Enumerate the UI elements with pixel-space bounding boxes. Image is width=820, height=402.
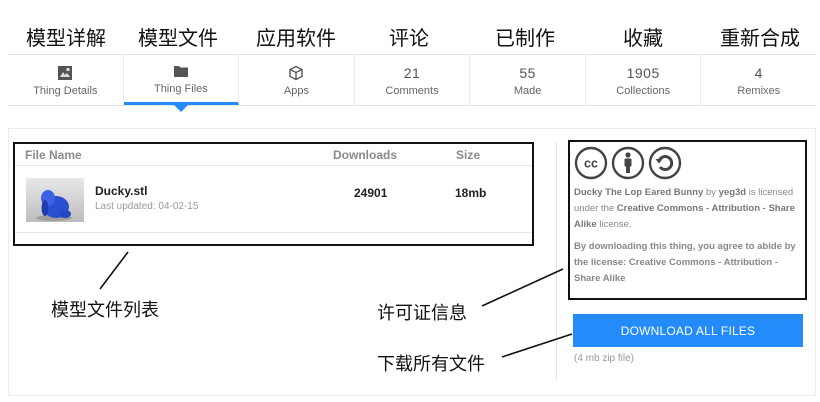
annotation-license-info: 许可证信息 xyxy=(377,303,467,324)
cube-icon xyxy=(287,64,305,82)
thing-name-link[interactable]: Ducky The Lop Eared Bunny xyxy=(574,187,703,198)
license-description: Ducky The Lop Eared Bunny by yeg3d is li… xyxy=(574,185,801,233)
file-downloads: 24901 xyxy=(354,186,388,200)
cc-icon[interactable]: cc xyxy=(574,146,608,180)
column-downloads: Downloads xyxy=(333,148,398,162)
annotation-made: 已制作 xyxy=(495,26,555,50)
annotation-comments: 评论 xyxy=(389,26,429,50)
tab-thing-details[interactable]: Thing Details xyxy=(8,55,124,105)
license-info: cc Ducky The Lop Eared Bunny by yeg3d is… xyxy=(568,140,807,300)
tab-comments[interactable]: 21 Comments xyxy=(355,55,471,105)
author-link[interactable]: yeg3d xyxy=(719,187,746,198)
tab-count: 21 xyxy=(403,64,421,81)
column-size: Size xyxy=(456,148,481,162)
share-alike-icon[interactable] xyxy=(648,146,682,180)
annotation-apps: 应用软件 xyxy=(256,26,336,50)
folder-icon xyxy=(172,62,190,80)
license-by: by xyxy=(705,187,717,198)
tab-label: Thing Files xyxy=(153,83,208,95)
tab-label: Comments xyxy=(385,84,439,97)
tab-label: Made xyxy=(513,84,542,97)
license-agreement: By downloading this thing, you agree to … xyxy=(574,241,796,284)
annotation-file-list: 模型文件列表 xyxy=(51,300,159,321)
thing-tabs: Thing Details Thing Files Apps 21 Commen… xyxy=(8,54,816,112)
tab-thing-files[interactable]: Thing Files xyxy=(123,55,240,112)
license-suffix: license. xyxy=(599,219,632,230)
column-divider xyxy=(556,142,557,380)
tab-label: Collections xyxy=(616,84,671,97)
active-tab-pointer xyxy=(173,105,188,112)
tab-count: 55 xyxy=(519,64,536,81)
column-file-name: File Name xyxy=(25,148,82,162)
file-name-link[interactable]: Ducky.stl xyxy=(95,184,147,198)
annotation-thing-details: 模型详解 xyxy=(26,26,106,50)
file-updated: Last updated: 04-02-15 xyxy=(95,201,199,212)
zip-size-note: (4 mb zip file) xyxy=(574,353,635,364)
tab-count: 4 xyxy=(754,64,763,81)
tab-count: 1905 xyxy=(626,64,660,81)
tab-label: Remixes xyxy=(737,84,781,97)
annotation-collections: 收藏 xyxy=(623,26,663,50)
cc-icon-text: cc xyxy=(584,157,598,171)
license-icons: cc xyxy=(574,146,801,180)
file-thumbnail[interactable] xyxy=(26,178,84,222)
photo-icon xyxy=(56,64,74,82)
tab-collections[interactable]: 1905 Collections xyxy=(586,55,702,105)
tab-label: Thing Details xyxy=(33,84,98,97)
file-size: 18mb xyxy=(455,186,487,200)
tab-made[interactable]: 55 Made xyxy=(470,55,586,105)
file-row[interactable]: Ducky.stl Last updated: 04-02-15 24901 1… xyxy=(15,167,532,233)
annotation-remixes: 重新合成 xyxy=(720,26,800,50)
tab-label: Apps xyxy=(283,84,309,97)
tab-remixes[interactable]: 4 Remixes xyxy=(701,55,816,105)
annotation-label-row: 模型详解 模型文件 应用软件 评论 已制作 收藏 重新合成 xyxy=(0,22,820,52)
annotation-download-all: 下载所有文件 xyxy=(377,354,485,375)
file-list-header: File Name Downloads Size xyxy=(15,144,532,166)
file-list: File Name Downloads Size Ducky.stl Last … xyxy=(13,142,534,246)
attribution-icon[interactable] xyxy=(611,146,645,180)
tab-apps[interactable]: Apps xyxy=(239,55,355,105)
annotation-thing-files: 模型文件 xyxy=(138,26,218,50)
download-all-files-button[interactable]: DOWNLOAD ALL FILES xyxy=(573,314,803,347)
